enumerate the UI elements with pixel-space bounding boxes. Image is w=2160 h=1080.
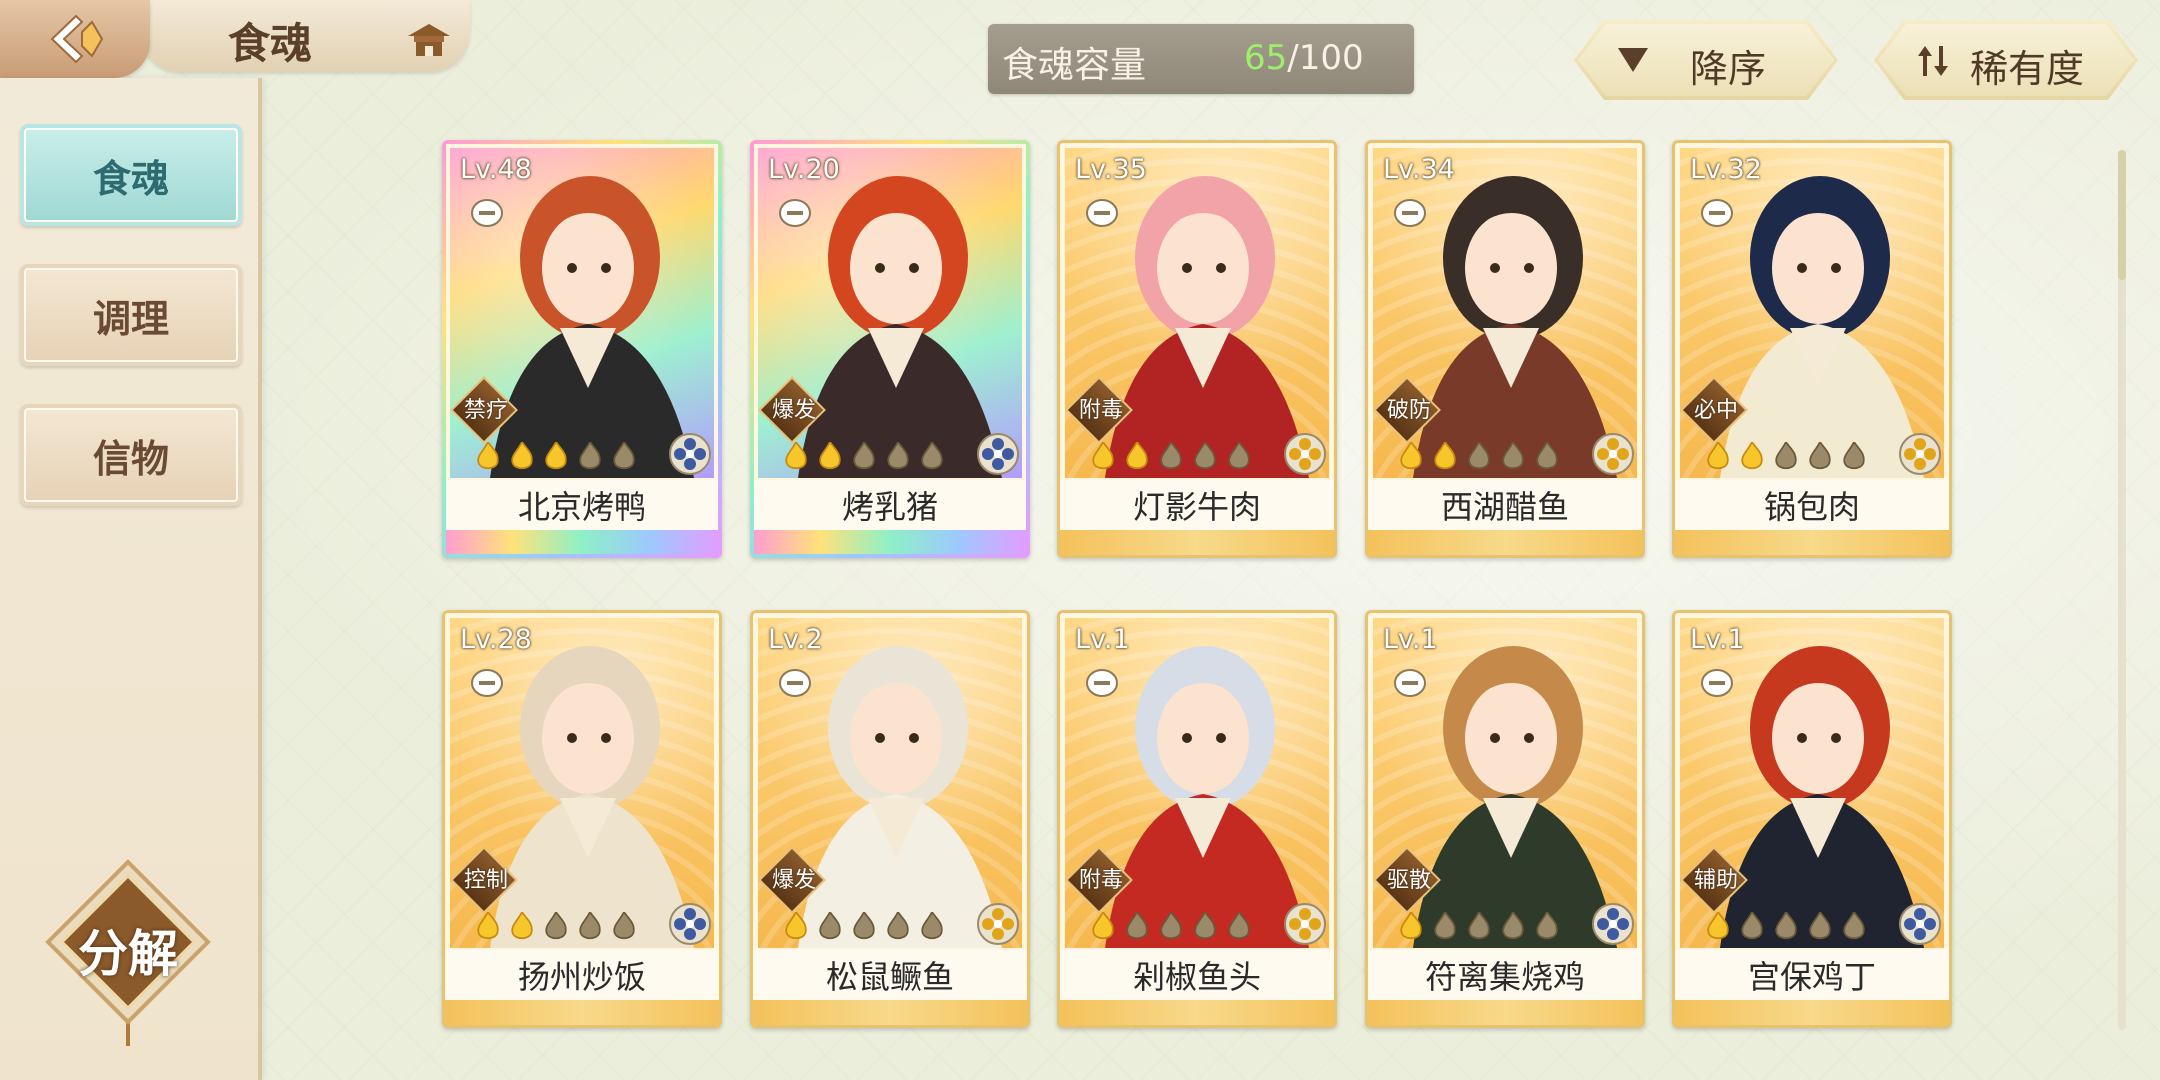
scrollbar-track[interactable]: [2118, 150, 2126, 1030]
scrollbar-thumb[interactable]: [2118, 150, 2126, 280]
food-soul-card[interactable]: Lv.20 爆发 烤乳猪: [750, 140, 1030, 558]
food-soul-card[interactable]: Lv.1 附毒 剁椒鱼头: [1057, 610, 1337, 1028]
sidebar-item-label: 信物: [92, 435, 169, 481]
card-frame: [442, 610, 722, 1028]
food-soul-card[interactable]: Lv.2 爆发 松鼠鳜鱼: [750, 610, 1030, 1028]
sidebar-item-food-soul[interactable]: 食魂: [20, 124, 242, 226]
sort-rarity-label: 稀有度: [1970, 47, 2085, 91]
sort-order-button[interactable]: 降序: [1574, 20, 1838, 100]
food-soul-card[interactable]: Lv.28 控制 扬州炒饭: [442, 610, 722, 1028]
card-frame: [442, 140, 722, 558]
sidebar-item-tokens[interactable]: 信物: [20, 404, 242, 506]
card-frame: [1672, 610, 1952, 1028]
food-soul-card[interactable]: Lv.35 附毒 灯影牛肉: [1057, 140, 1337, 558]
pavilion-icon[interactable]: [406, 22, 452, 58]
sidebar-item-label: 食魂: [92, 155, 169, 201]
capacity-label: 食魂容量: [1002, 45, 1147, 86]
card-frame: [750, 140, 1030, 558]
capacity-panel: 食魂容量 65/100: [988, 24, 1414, 94]
card-frame: [1365, 140, 1645, 558]
food-soul-card[interactable]: Lv.34 破防 西湖醋鱼: [1365, 140, 1645, 558]
sidebar-item-label: 调理: [92, 295, 169, 341]
swap-arrows-icon: [1916, 44, 1950, 78]
decompose-button[interactable]: 分解: [44, 858, 212, 1046]
triangle-down-icon: [1616, 44, 1650, 74]
sort-order-label: 降序: [1690, 47, 1767, 91]
page-title: 食魂: [228, 19, 313, 68]
card-frame: [1057, 610, 1337, 1028]
food-soul-card[interactable]: Lv.32 必中 锅包肉: [1672, 140, 1952, 558]
food-soul-card[interactable]: Lv.48 禁疗 北京烤鸭: [442, 140, 722, 558]
card-frame: [1057, 140, 1337, 558]
sort-rarity-button[interactable]: 稀有度: [1874, 20, 2138, 100]
card-frame: [1672, 140, 1952, 558]
food-soul-card[interactable]: Lv.1 驱散 符离集烧鸡: [1365, 610, 1645, 1028]
back-button[interactable]: [0, 0, 150, 78]
capacity-current: 65: [1244, 38, 1288, 78]
food-soul-card[interactable]: Lv.1 辅助 宫保鸡丁: [1672, 610, 1952, 1028]
decompose-label: 分解: [78, 924, 178, 983]
capacity-value: 65/100: [1244, 38, 1364, 78]
card-frame: [750, 610, 1030, 1028]
capacity-max: /100: [1287, 38, 1364, 78]
back-arrow-icon: [50, 14, 104, 64]
card-frame: [1365, 610, 1645, 1028]
sidebar-item-conditioning[interactable]: 调理: [20, 264, 242, 366]
